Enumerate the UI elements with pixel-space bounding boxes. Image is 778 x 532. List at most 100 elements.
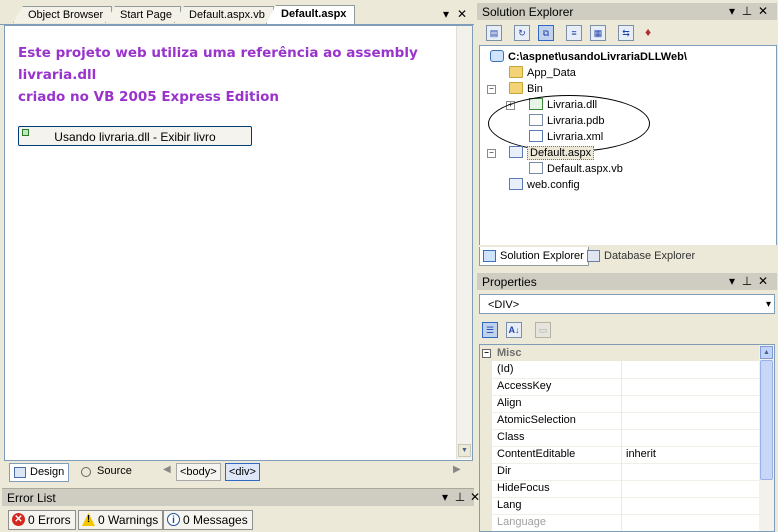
tree-default-aspx-vb[interactable]: Default.aspx.vb <box>529 161 623 177</box>
categorized-icon[interactable]: ☰ <box>482 322 498 338</box>
property-row[interactable]: Class <box>480 429 760 447</box>
source-view-label: Source <box>97 465 132 477</box>
warnings-count: 0 Warnings <box>98 513 159 527</box>
property-name: AtomicSelection <box>497 414 576 426</box>
project-path-label: C:\aspnet\usandoLivrariaDLLWeb\ <box>508 51 687 63</box>
scroll-right-icon[interactable]: ▶ <box>453 464 461 475</box>
property-row[interactable]: Align <box>480 395 760 413</box>
content-line-2: livraria.dll <box>18 67 97 83</box>
property-row[interactable]: AccessKey <box>480 378 760 396</box>
errors-filter-button[interactable]: ✕ 0 Errors <box>8 510 76 530</box>
property-name: Language <box>497 516 546 528</box>
properties-dropdown-icon[interactable]: ▾ <box>725 274 739 288</box>
properties-toolbar: ☰ A↓ ▭ <box>477 318 777 342</box>
tab-database-explorer[interactable]: Database Explorer <box>584 247 699 265</box>
show-all-files-icon[interactable]: ⧉ <box>538 25 554 41</box>
object-selector[interactable]: <DIV> ▾ <box>479 294 775 314</box>
solution-explorer-pin-icon[interactable]: ⊥ <box>740 4 754 18</box>
tab-solution-explorer[interactable]: Solution Explorer <box>479 247 589 266</box>
folder-icon <box>509 82 523 94</box>
vb-code-file-icon <box>529 162 543 174</box>
database-explorer-tab-icon <box>587 250 600 262</box>
scroll-up-arrow-icon[interactable]: ▲ <box>760 346 773 359</box>
tag-div-button[interactable]: <div> <box>225 463 260 481</box>
solution-explorer-close-icon[interactable]: ✕ <box>756 4 770 18</box>
close-document-icon[interactable]: ✕ <box>455 7 469 21</box>
tab-start-page[interactable]: Start Page <box>105 6 181 23</box>
category-misc-label: Misc <box>497 347 522 359</box>
tag-body-button[interactable]: <body> <box>176 463 221 481</box>
design-surface[interactable]: Este projeto web utiliza uma referência … <box>4 25 473 461</box>
tab-object-browser[interactable]: Object Browser <box>13 6 113 23</box>
alphabetical-icon[interactable]: A↓ <box>506 322 522 338</box>
error-icon: ✕ <box>12 513 25 526</box>
property-grid[interactable]: − Misc (Id) AccessKey Align AtomicSelect… <box>479 344 775 532</box>
tab-database-explorer-label: Database Explorer <box>604 250 696 262</box>
source-view-button[interactable]: Source <box>77 463 136 480</box>
chevron-down-icon[interactable]: ▾ <box>766 295 771 315</box>
messages-filter-button[interactable]: i 0 Messages <box>163 510 253 530</box>
copy-website-icon[interactable]: ⇆ <box>618 25 634 41</box>
tree-bin[interactable]: Bin <box>509 81 543 97</box>
properties-pin-icon[interactable]: ⊥ <box>740 274 754 288</box>
exibir-livro-button[interactable]: Usando livraria.dll - Exibir livro <box>18 126 252 146</box>
refresh-icon[interactable]: ↻ <box>514 25 530 41</box>
category-misc-row[interactable]: − Misc <box>480 345 760 361</box>
default-aspx-label: Default.aspx <box>527 146 595 160</box>
design-icon <box>14 467 26 478</box>
scroll-down-arrow-icon[interactable]: ▼ <box>458 444 471 457</box>
property-value[interactable]: inherit <box>626 446 656 463</box>
solution-tree[interactable]: C:\aspnet\usandoLivrariaDLLWeb\ App_Data… <box>479 45 777 246</box>
scroll-left-icon[interactable]: ◀ <box>163 464 171 475</box>
view-code-icon[interactable]: ≡ <box>566 25 582 41</box>
error-list-dropdown-icon[interactable]: ▾ <box>438 490 452 504</box>
property-row[interactable]: Language <box>480 514 760 531</box>
design-view-label: Design <box>30 466 65 478</box>
design-view-button[interactable]: Design <box>9 463 70 482</box>
error-list-header: Error List ▾ ⊥ ✕ <box>2 488 480 506</box>
tree-default-aspx[interactable]: Default.aspx <box>509 145 595 161</box>
warnings-filter-button[interactable]: ! 0 Warnings <box>78 510 164 530</box>
property-row[interactable]: ContentEditable inherit <box>480 446 760 464</box>
property-row[interactable]: HideFocus <box>480 480 760 498</box>
window-dropdown-icon[interactable]: ▾ <box>439 7 453 21</box>
content-line-1: Este projeto web utiliza uma referência … <box>18 45 418 61</box>
solution-explorer-toolbar: ▤ ↻ ⧉ ≡ ▦ ⇆ ♦ <box>477 21 777 45</box>
view-designer-icon[interactable]: ▦ <box>590 25 606 41</box>
highlight-ellipse <box>488 95 650 152</box>
solution-explorer-title: Solution Explorer <box>482 5 574 19</box>
property-name: (Id) <box>497 363 514 375</box>
property-row[interactable]: (Id) <box>480 361 760 379</box>
solution-explorer-header: Solution Explorer ▾ ⊥ ✕ <box>477 3 777 20</box>
error-list-pin-icon[interactable]: ⊥ <box>453 490 467 504</box>
tab-default-aspx[interactable]: Default.aspx <box>266 5 356 24</box>
bin-label: Bin <box>527 83 543 95</box>
errors-count: 0 Errors <box>28 513 71 527</box>
tree-project-node[interactable]: C:\aspnet\usandoLivrariaDLLWeb\ <box>490 49 687 65</box>
warning-icon: ! <box>82 513 95 526</box>
tab-solution-explorer-label: Solution Explorer <box>500 250 584 262</box>
web-config-label: web.config <box>527 179 580 191</box>
category-collapse-icon[interactable]: − <box>482 349 491 358</box>
tab-default-aspx-vb[interactable]: Default.aspx.vb <box>174 6 274 23</box>
property-row[interactable]: Lang <box>480 497 760 515</box>
content-line-3: criado no VB 2005 Express Edition <box>18 89 279 105</box>
messages-count: 0 Messages <box>183 513 248 527</box>
server-control-glyph-icon <box>22 129 29 136</box>
default-aspx-collapse-icon[interactable]: − <box>487 149 496 158</box>
editor-vertical-scrollbar[interactable]: ▼ <box>456 26 472 459</box>
bin-collapse-icon[interactable]: − <box>487 85 496 94</box>
solution-explorer-tab-icon <box>483 250 496 262</box>
property-row[interactable]: AtomicSelection <box>480 412 760 430</box>
properties-tool-icon[interactable]: ▤ <box>486 25 502 41</box>
tree-web-config[interactable]: web.config <box>509 177 580 193</box>
web-form-icon <box>509 146 523 158</box>
property-row[interactable]: Dir <box>480 463 760 481</box>
scroll-thumb[interactable] <box>760 360 773 480</box>
properties-vertical-scrollbar[interactable]: ▲ <box>759 345 774 531</box>
asp-net-configuration-icon[interactable]: ♦ <box>640 25 656 41</box>
solution-explorer-dropdown-icon[interactable]: ▾ <box>725 4 739 18</box>
tree-app-data[interactable]: App_Data <box>509 65 576 81</box>
properties-close-icon[interactable]: ✕ <box>756 274 770 288</box>
property-pages-icon[interactable]: ▭ <box>535 322 551 338</box>
